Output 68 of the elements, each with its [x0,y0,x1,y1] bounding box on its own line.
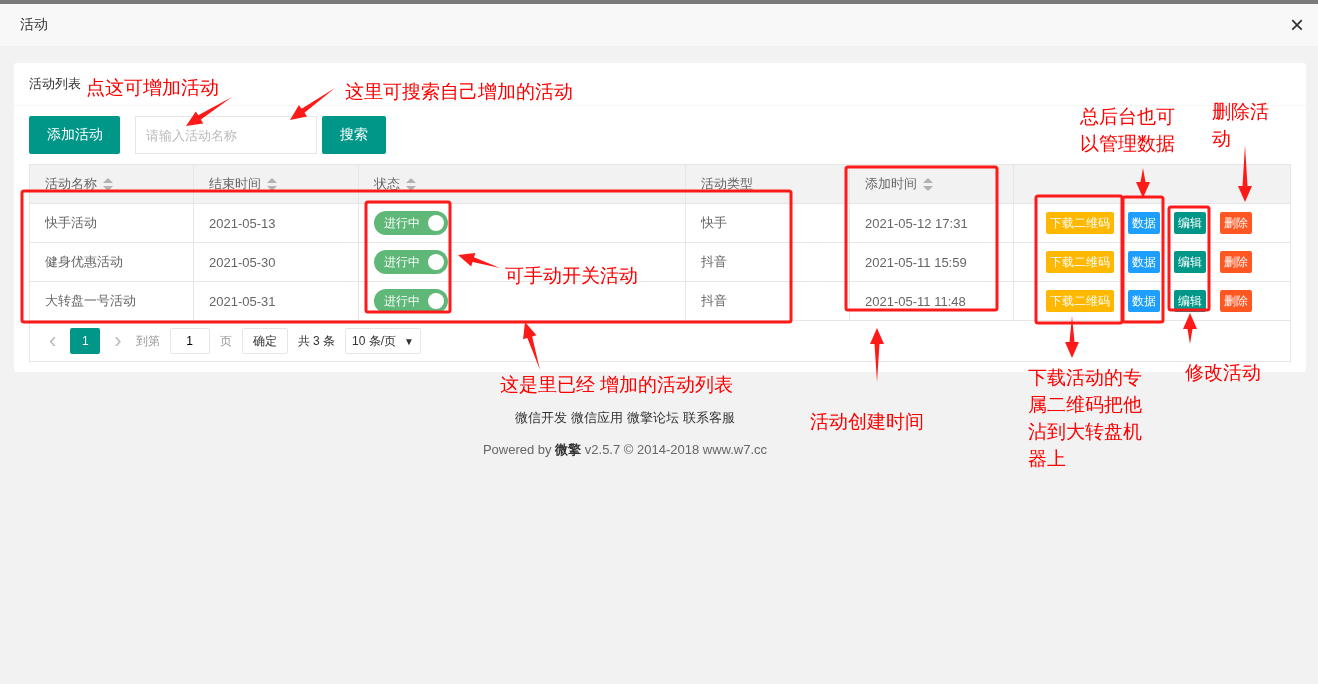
add-activity-button[interactable]: 添加活动 [29,116,120,154]
table-cell: 抖音 [701,253,727,271]
data-button[interactable]: 数据 [1128,290,1160,312]
footer-link[interactable]: 微擎论坛 [627,409,679,427]
data-button[interactable]: 数据 [1128,251,1160,273]
delete-button[interactable]: 删除 [1220,251,1252,273]
total-count: 共 3 条 [297,332,335,350]
table-cell: 健身优惠活动 [45,253,123,271]
annotation-text: 点这可增加活动 [86,76,219,100]
next-page-button[interactable]: › [110,328,126,354]
page-size-select[interactable]: 10 条/页 ▼ [345,328,421,354]
table-cell: 快手活动 [45,214,97,232]
table-cell: 2021-05-13 [209,215,276,231]
status-toggle[interactable]: 进行中 [374,211,448,235]
edit-button[interactable]: 编辑 [1174,212,1206,234]
sort-icon[interactable] [103,177,113,191]
footer-link[interactable]: 微信开发 [515,409,567,427]
annotation-text: 这里可搜索自己增加的活动 [345,80,573,104]
annotation-arrow [523,322,540,370]
annotation-text: 总后台也可以管理数据 [1080,105,1176,156]
column-header: 添加时间 [865,175,917,193]
annotation-arrow [186,97,232,126]
delete-button[interactable]: 删除 [1220,212,1252,234]
table-cell: 抖音 [701,292,727,310]
status-toggle[interactable]: 进行中 [374,289,448,313]
page-input[interactable]: 1 [169,328,210,354]
annotation-arrow [1183,313,1197,344]
table-cell: 2021-05-31 [209,293,276,309]
confirm-button[interactable]: 确定 [241,328,288,354]
annotation-arrow [290,88,335,120]
table-cell: 2021-05-11 15:59 [865,254,967,270]
previous-page-button[interactable]: ‹ [45,328,61,354]
table-cell: 快手 [701,214,727,232]
goto-label: 到第 [135,332,160,350]
annotation-text: 活动创建时间 [810,410,924,434]
annotation-text: 删除活动 [1212,100,1270,151]
copyright-text: Powered by 微擎 v2.5.7 © 2014-2018 www.w7.cc [482,441,768,459]
table-cell: 2021-05-12 17:31 [865,215,968,231]
table-cell: 2021-05-30 [209,254,276,270]
annotation-text: 修改活动 [1185,361,1261,385]
sort-icon[interactable] [923,177,933,191]
sort-icon[interactable] [406,177,416,191]
column-header: 活动名称 [45,175,97,193]
table-cell: 大转盘一号活动 [45,292,136,310]
card-title: 活动列表 [29,75,81,93]
annotation-arrow [458,253,500,268]
column-header: 状态 [374,175,400,193]
annotation-text: 可手动开关活动 [505,264,638,288]
footer-link[interactable]: 微信应用 [571,409,623,427]
search-button[interactable]: 搜索 [322,116,386,154]
search-field[interactable]: 请输入活动名称 [135,116,317,154]
sort-icon[interactable] [267,177,277,191]
page-unit: 页 [219,332,232,350]
annotation-text: 下载活动的专属二维码把他沾到大转盘机器上 [1028,366,1143,471]
data-button[interactable]: 数据 [1128,212,1160,234]
footer-link[interactable]: 联系客服 [683,409,735,427]
delete-button[interactable]: 删除 [1220,290,1252,312]
close-button[interactable]: × [1290,13,1304,37]
page-button[interactable]: 1 [70,328,101,354]
annotation-text: 这是里已经 增加的活动列表 [500,373,734,397]
table-cell: 2021-05-11 11:48 [865,293,966,309]
column-header: 结束时间 [209,175,261,193]
edit-button[interactable]: 编辑 [1174,251,1206,273]
annotation-arrow [1136,168,1150,198]
status-toggle[interactable]: 进行中 [374,250,448,274]
dialog-title: 活动 [20,16,48,34]
column-header: 活动类型 [701,175,753,193]
edit-button[interactable]: 编辑 [1174,290,1206,312]
